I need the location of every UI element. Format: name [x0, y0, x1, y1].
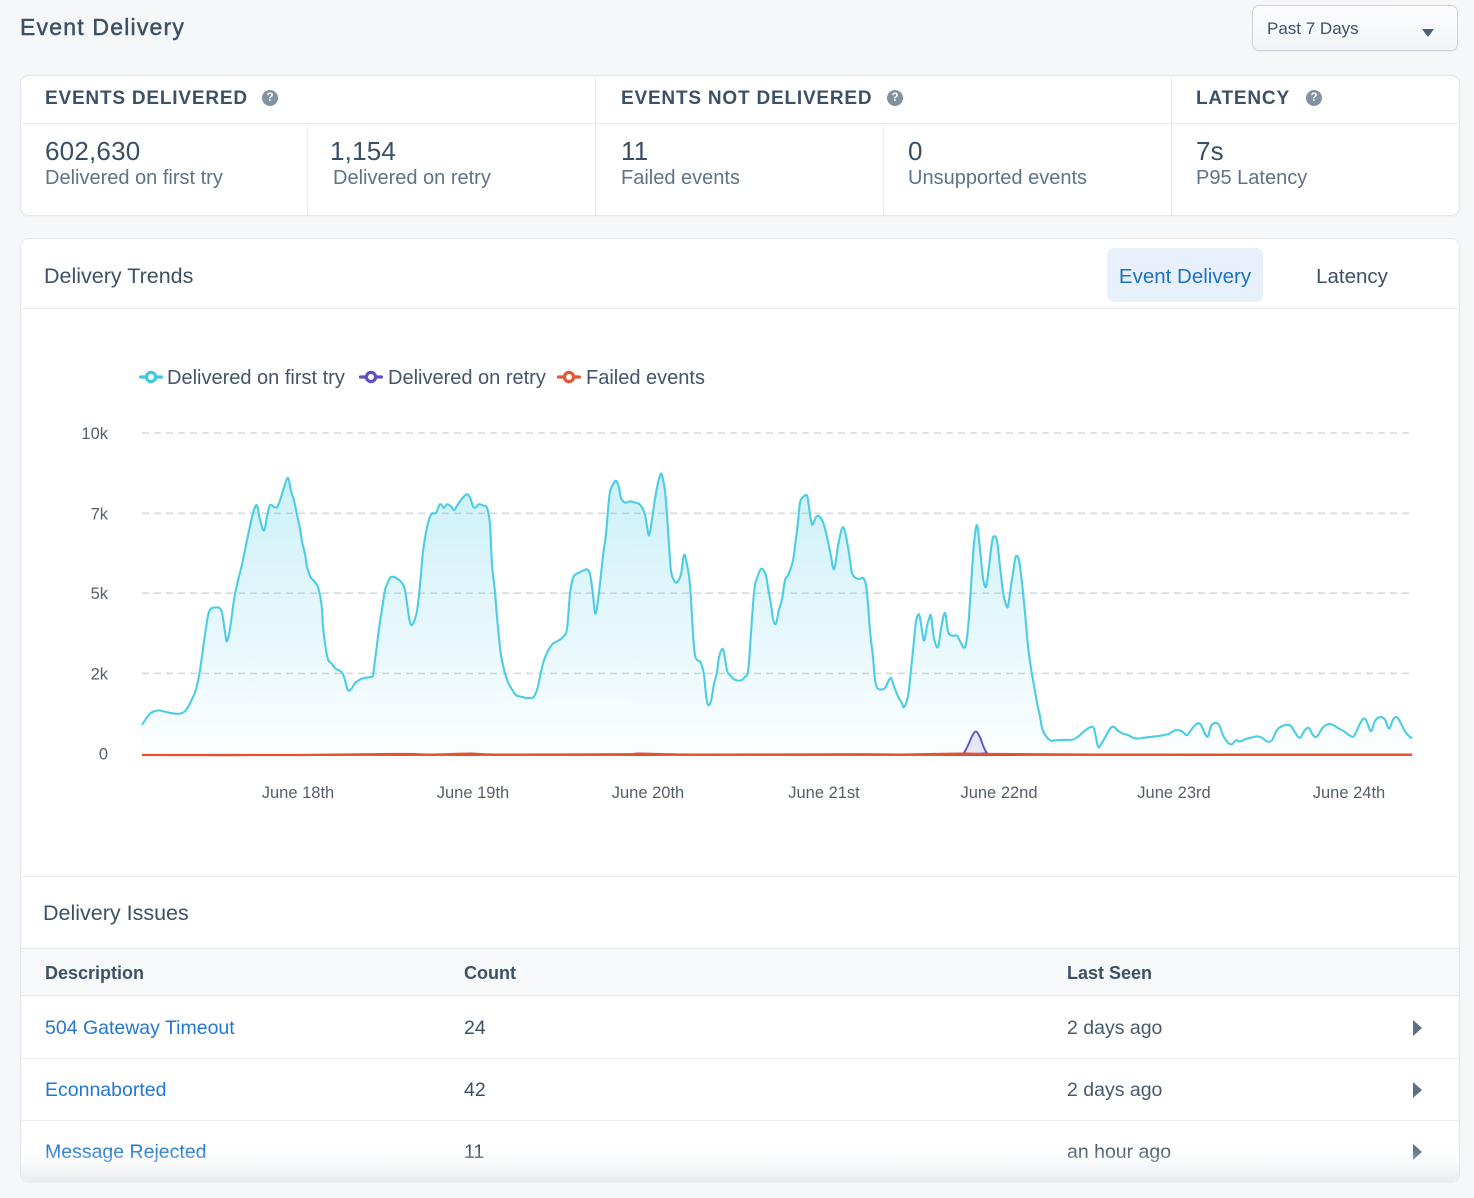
- svg-text:June 22nd: June 22nd: [960, 784, 1037, 802]
- svg-text:June 18th: June 18th: [262, 784, 334, 802]
- svg-text:Failed events: Failed events: [586, 367, 705, 389]
- svg-text:2k: 2k: [91, 665, 109, 683]
- svg-text:June 21st: June 21st: [788, 784, 860, 802]
- svg-text:Delivered on retry: Delivered on retry: [388, 367, 546, 389]
- svg-text:June 23rd: June 23rd: [1137, 784, 1210, 802]
- svg-text:10k: 10k: [81, 425, 108, 443]
- svg-text:7k: 7k: [91, 505, 109, 523]
- svg-text:June 19th: June 19th: [437, 784, 509, 802]
- svg-text:5k: 5k: [91, 585, 109, 603]
- svg-text:June 20th: June 20th: [612, 784, 684, 802]
- svg-text:Delivered on first try: Delivered on first try: [167, 367, 345, 389]
- svg-text:0: 0: [99, 746, 108, 764]
- svg-text:June 24th: June 24th: [1313, 784, 1385, 802]
